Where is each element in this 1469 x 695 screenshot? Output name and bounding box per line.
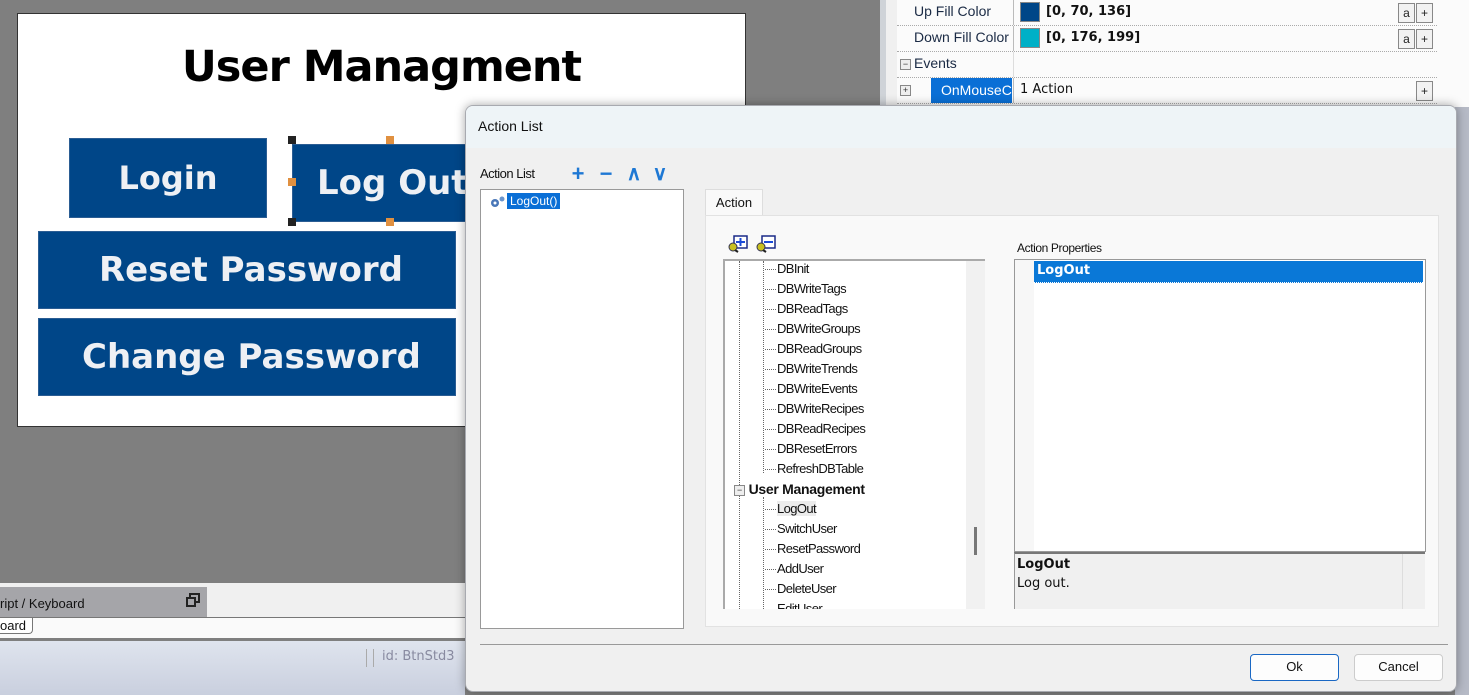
gear-icon — [491, 196, 505, 207]
background-edge — [1455, 107, 1469, 695]
dialog-title: Action List — [478, 118, 543, 134]
status-separator — [366, 649, 374, 667]
action-properties-label: Action Properties — [1017, 241, 1102, 255]
restore-window-icon[interactable] — [186, 593, 200, 607]
add-icon[interactable]: + — [568, 163, 588, 185]
resize-handle[interactable] — [288, 136, 296, 144]
action-list[interactable]: LogOut() — [480, 189, 684, 629]
property-description: LogOut Log out. — [1014, 552, 1425, 609]
resize-handle[interactable] — [288, 178, 296, 186]
screen-title-label[interactable]: User Managment — [18, 42, 745, 92]
selected-property-row[interactable]: LogOut — [1034, 261, 1423, 283]
tree-item[interactable]: DBWriteEvents — [765, 381, 858, 401]
action-list-label: Action List — [480, 166, 535, 181]
collapse-icon[interactable]: − — [734, 485, 745, 496]
move-up-icon[interactable]: ∧ — [624, 164, 644, 184]
resize-handle[interactable] — [386, 218, 394, 226]
status-bar: id: BtnStd3 — [0, 641, 465, 695]
collapse-all-icon[interactable] — [756, 235, 776, 253]
ok-button[interactable]: Ok — [1250, 654, 1339, 681]
animate-button[interactable]: a — [1398, 29, 1415, 49]
tree-item[interactable]: ResetPassword — [765, 541, 861, 561]
add-action-button[interactable]: + — [1416, 81, 1433, 101]
action-list-item[interactable]: LogOut() — [489, 193, 561, 209]
tree-item[interactable]: DBWriteRecipes — [765, 401, 864, 421]
subtab-keyboard[interactable]: oard — [0, 618, 34, 634]
reset-password-button[interactable]: Reset Password — [38, 231, 456, 309]
tree-item[interactable]: DBWriteGroups — [765, 321, 861, 341]
add-button[interactable]: + — [1416, 29, 1433, 49]
login-button[interactable]: Login — [69, 138, 267, 218]
tree-scrollbar[interactable] — [966, 261, 985, 609]
event-value: 1 Action — [1020, 82, 1074, 97]
action-properties-grid[interactable]: LogOut — [1014, 259, 1426, 552]
tree-item[interactable]: RefreshDBTable — [765, 461, 864, 481]
add-button[interactable]: + — [1416, 3, 1433, 23]
action-tab-content: DBInit DBWriteTags DBReadTags DBWriteGro… — [705, 215, 1439, 627]
scrollbar-thumb[interactable] — [974, 527, 977, 555]
description-title: LogOut — [1017, 557, 1071, 572]
property-row-up-fill-color[interactable]: Up Fill Color [0, 70, 136] a + — [897, 0, 1437, 26]
tree-item[interactable]: DBReadTags — [765, 301, 848, 321]
tree-item[interactable]: DeleteUser — [765, 581, 837, 601]
status-id: id: BtnStd3 — [382, 649, 455, 664]
resize-handle[interactable] — [288, 218, 296, 226]
divider — [480, 644, 1448, 645]
collapse-icon[interactable]: − — [900, 59, 911, 70]
cancel-button[interactable]: Cancel — [1354, 654, 1443, 681]
property-category-events[interactable]: − Events — [897, 52, 1437, 78]
panel-tab-script-keyboard[interactable]: ript / Keyboard — [0, 587, 207, 617]
grid-gutter — [1015, 260, 1034, 551]
tab-action[interactable]: Action — [705, 189, 763, 217]
action-list-dialog: Action List Action List + − ∧ ∨ LogOut()… — [465, 105, 1457, 692]
tree-line — [763, 497, 764, 609]
tree-group-user-management[interactable]: − User Management — [734, 481, 865, 501]
action-tree[interactable]: DBInit DBWriteTags DBReadTags DBWriteGro… — [723, 259, 985, 609]
property-value[interactable]: [0, 70, 136] — [1046, 4, 1131, 19]
tree-item[interactable]: DBReadRecipes — [765, 421, 866, 441]
change-password-button[interactable]: Change Password — [38, 318, 456, 396]
tree-item[interactable]: EditUser — [765, 601, 823, 609]
resize-handle[interactable] — [386, 136, 394, 144]
tree-item[interactable]: DBReadGroups — [765, 341, 862, 361]
tree-item[interactable]: DBWriteTrends — [765, 361, 858, 381]
remove-icon[interactable]: − — [596, 163, 616, 185]
tree-item[interactable]: DBWriteTags — [765, 281, 847, 301]
move-down-icon[interactable]: ∨ — [650, 164, 670, 184]
property-row-onmouseclick[interactable]: + OnMouseClick 1 Action + — [897, 78, 1437, 104]
tree-line — [739, 261, 740, 609]
tree-item[interactable]: SwitchUser — [765, 521, 837, 541]
property-name: Down Fill Color — [914, 29, 1009, 45]
property-value[interactable]: [0, 176, 199] — [1046, 30, 1140, 45]
properties-panel: Up Fill Color [0, 70, 136] a + Down Fill… — [897, 0, 1469, 107]
tree-item-logout[interactable]: LogOut — [765, 501, 817, 521]
tree-line — [763, 261, 764, 473]
property-row-down-fill-color[interactable]: Down Fill Color [0, 176, 199] a + — [897, 26, 1437, 52]
property-name: Up Fill Color — [914, 3, 992, 19]
properties-gutter — [880, 0, 897, 107]
expand-all-icon[interactable] — [728, 235, 748, 253]
color-swatch[interactable] — [1020, 2, 1040, 22]
animate-button[interactable]: a — [1398, 3, 1415, 23]
logout-button[interactable]: Log Out — [292, 144, 482, 222]
description-text: Log out. — [1017, 576, 1070, 591]
tree-group-label: User Management — [748, 481, 865, 497]
subtab-bar: oard — [0, 617, 465, 638]
tree-item[interactable]: DBInit — [765, 261, 809, 281]
event-name[interactable]: OnMouseClick — [931, 78, 1012, 103]
panel-tab-label: ript / Keyboard — [0, 596, 85, 611]
tree-item[interactable]: DBResetErrors — [765, 441, 857, 461]
divider — [1402, 554, 1403, 609]
action-item-label: LogOut() — [507, 193, 561, 209]
tree-item[interactable]: AddUser — [765, 561, 824, 581]
dialog-titlebar[interactable]: Action List — [466, 106, 1456, 148]
category-label: Events — [914, 55, 957, 71]
color-swatch[interactable] — [1020, 28, 1040, 48]
expand-icon[interactable]: + — [900, 85, 911, 96]
